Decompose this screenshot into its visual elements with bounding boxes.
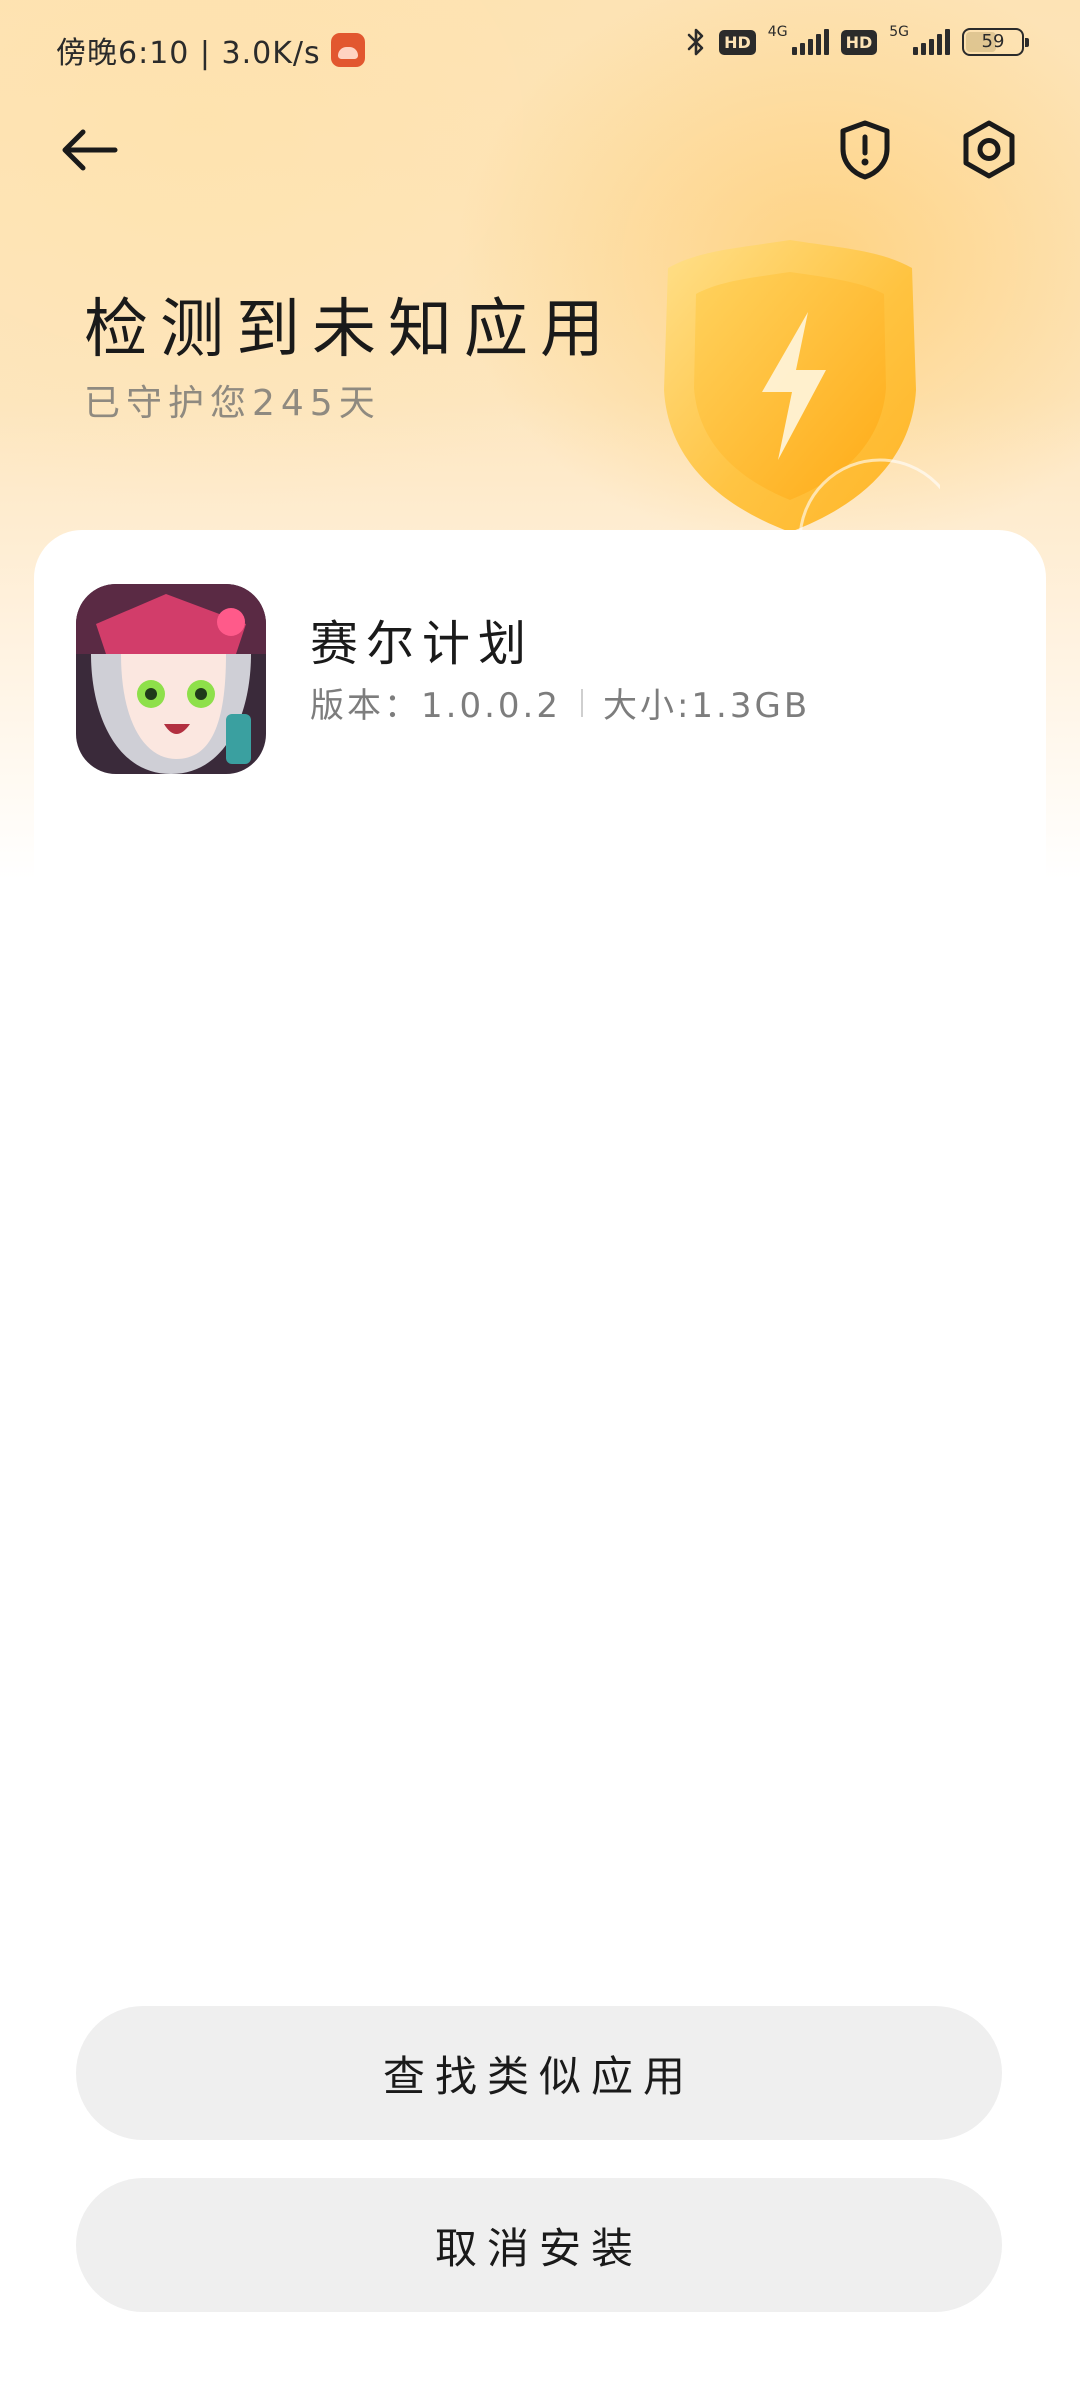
app-icon <box>76 584 266 774</box>
signal-icon <box>791 29 829 55</box>
status-right: HD 4G HD 5G 59 <box>685 24 1029 58</box>
meta-divider <box>580 688 583 717</box>
network-type-1: 4G <box>767 24 788 40</box>
settings-button[interactable] <box>954 115 1024 185</box>
hd-badge-2: HD <box>840 29 878 55</box>
network-type-2: 5G <box>889 24 909 40</box>
page-title: 检测到未知应用 <box>84 293 616 367</box>
shield-lightning-illustration-icon <box>664 240 940 550</box>
hd-badge-1: HD <box>719 29 756 55</box>
bluetooth-icon <box>687 28 704 56</box>
app-avatar-icon <box>76 584 266 774</box>
status-time: 傍晚6:10 | 3.0K/s <box>56 36 321 71</box>
cancel-install-button[interactable]: 取消安装 <box>76 2178 1002 2312</box>
notification-app-icon <box>330 33 365 67</box>
app-meta: 版本：1.0.0.2 大小:1.3GB <box>310 678 810 727</box>
app-version: 版本：1.0.0.2 <box>310 686 561 726</box>
settings-gear-icon <box>963 120 1015 179</box>
app-size: 大小:1.3GB <box>602 686 811 726</box>
back-button[interactable] <box>54 115 124 185</box>
signal-icon-2 <box>913 29 950 55</box>
status-bar: 傍晚6:10 | 3.0K/s HD 4G HD 5G 59 <box>0 0 1080 96</box>
find-similar-apps-button[interactable]: 查找类似应用 <box>76 2006 1002 2140</box>
battery-icon: 59 <box>962 28 1029 56</box>
protection-days: 已守护您245天 <box>84 383 381 424</box>
security-report-button[interactable] <box>830 115 900 185</box>
status-left: 傍晚6:10 | 3.0K/s <box>56 28 365 72</box>
arrow-left-icon <box>62 129 118 171</box>
screen: 傍晚6:10 | 3.0K/s HD 4G HD 5G 59 检测到未知应用 已… <box>0 0 1080 2400</box>
shield-alert-icon <box>840 120 890 180</box>
battery-level: 59 <box>981 31 1005 52</box>
app-name: 赛尔计划 <box>310 616 535 672</box>
